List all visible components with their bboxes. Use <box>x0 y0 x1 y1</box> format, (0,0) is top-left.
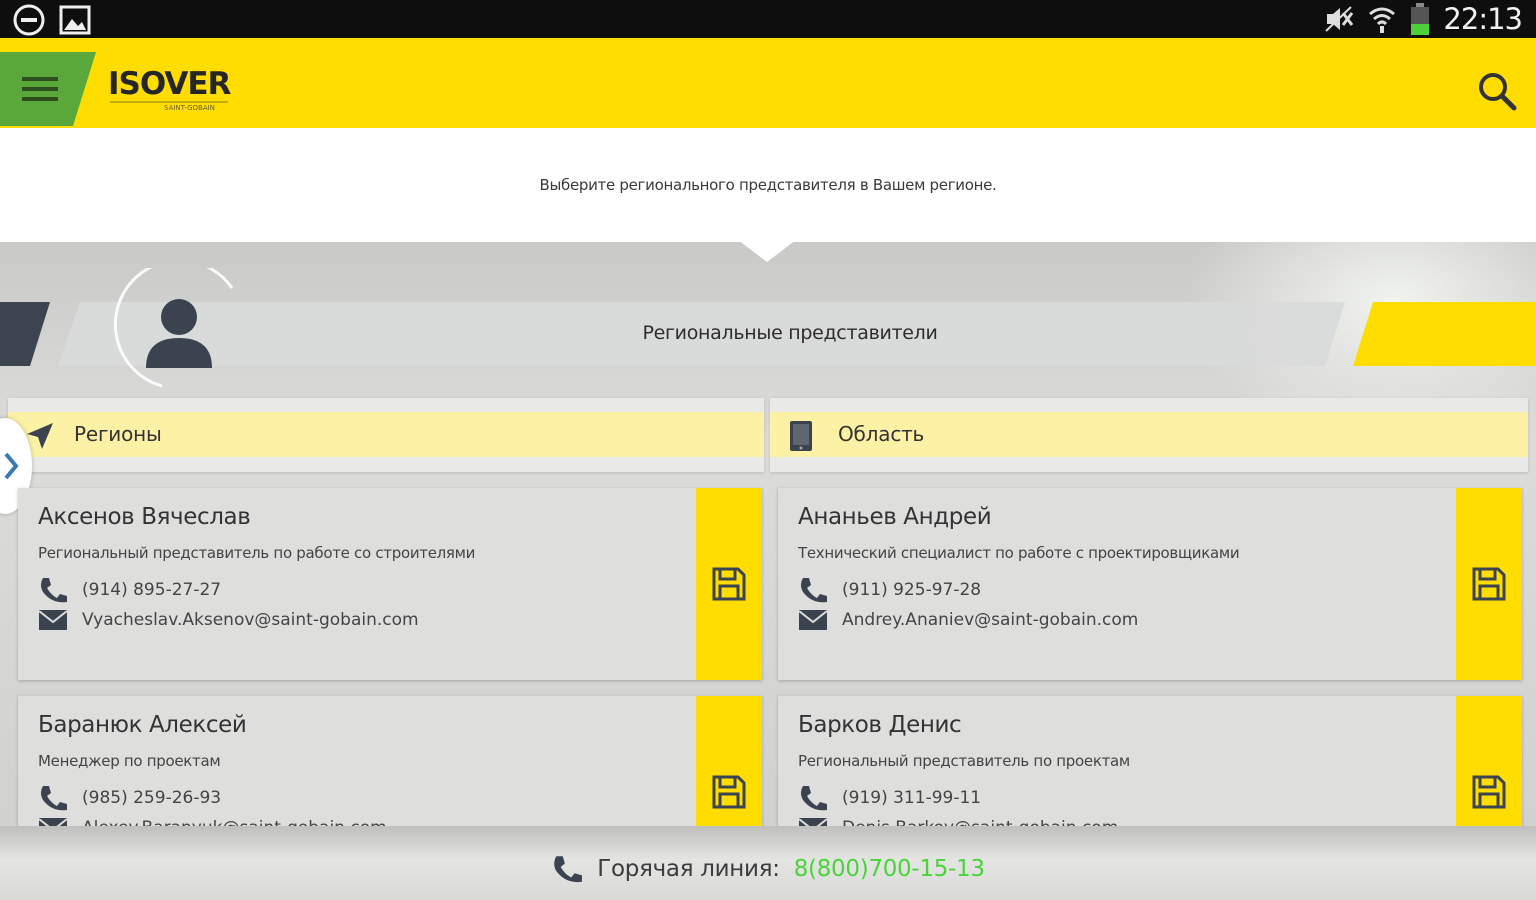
contact-card[interactable]: Ананьев Андрей Технический специалист по… <box>778 488 1522 680</box>
prompt-area: Выберите регионального представителя в В… <box>0 128 1536 242</box>
instruction-text: Выберите регионального представителя в В… <box>539 176 997 194</box>
isover-logo: ISOVER SAINT-GOBAIN <box>106 64 236 120</box>
contact-role: Региональный представитель по проектам <box>798 752 1130 770</box>
save-contact-button[interactable] <box>1456 696 1522 826</box>
contact-phone[interactable]: (911) 925-97-28 <box>798 576 981 604</box>
floppy-disk-icon <box>712 775 746 809</box>
contact-name: Баранюк Алексей <box>38 712 247 738</box>
phone-icon <box>798 576 828 604</box>
hotline-number[interactable]: 8(800)700-15-13 <box>794 856 985 882</box>
regions-label: Регионы <box>74 422 162 446</box>
svg-text:SAINT-GOBAIN: SAINT-GOBAIN <box>164 104 215 112</box>
do-not-disturb-icon <box>12 3 46 37</box>
hamburger-icon <box>22 77 58 81</box>
clock: 22:13 <box>1443 2 1523 36</box>
regions-filter[interactable]: Регионы <box>8 398 764 472</box>
mail-icon <box>38 608 68 632</box>
contact-name: Аксенов Вячеслав <box>38 504 251 530</box>
floppy-disk-icon <box>1472 567 1506 601</box>
gallery-icon <box>58 3 92 37</box>
phone-icon <box>38 576 68 604</box>
svg-text:ISOVER: ISOVER <box>108 66 232 102</box>
mail-icon <box>798 816 828 826</box>
mail-icon <box>38 816 68 826</box>
hotline-footer: Горячая линия: 8(800)700-15-13 <box>0 826 1536 900</box>
search-icon <box>1479 73 1517 111</box>
contact-email[interactable]: Andrey.Ananiev@saint-gobain.com <box>798 608 1138 632</box>
contact-role: Технический специалист по работе с проек… <box>798 544 1240 562</box>
save-contact-button[interactable] <box>696 488 762 680</box>
section-title: Региональные представители <box>642 322 938 344</box>
contact-role: Менеджер по проектам <box>38 752 221 770</box>
area-label: Область <box>838 422 925 446</box>
phone-icon <box>551 854 583 884</box>
save-contact-button[interactable] <box>1456 488 1522 680</box>
contacts-list[interactable]: Аксенов Вячеслав Региональный представит… <box>0 478 1536 826</box>
contact-card[interactable]: Барков Денис Региональный представитель … <box>778 696 1522 826</box>
status-bar: 22:13 <box>0 0 1536 38</box>
chevron-right-icon <box>4 452 19 480</box>
tablet-device-icon <box>788 420 814 452</box>
mail-icon <box>798 608 828 632</box>
contact-email[interactable]: Denis.Barkov@saint-gobain.com <box>798 816 1118 826</box>
prompt-pointer <box>738 240 796 262</box>
contact-card[interactable]: Баранюк Алексей Менеджер по проектам (98… <box>18 696 762 826</box>
contact-phone[interactable]: (914) 895-27-27 <box>38 576 221 604</box>
contact-name: Ананьев Андрей <box>798 504 992 530</box>
floppy-disk-icon <box>712 567 746 601</box>
contact-name: Барков Денис <box>798 712 962 738</box>
contact-card[interactable]: Аксенов Вячеслав Региональный представит… <box>18 488 762 680</box>
save-contact-button[interactable] <box>696 696 762 826</box>
hotline-label: Горячая линия: <box>597 856 780 882</box>
contact-phone[interactable]: (919) 311-99-11 <box>798 784 981 812</box>
contact-role: Региональный представитель по работе со … <box>38 544 476 562</box>
floppy-disk-icon <box>1472 775 1506 809</box>
phone-icon <box>798 784 828 812</box>
search-button[interactable] <box>1474 68 1520 114</box>
phone-icon <box>38 784 68 812</box>
contact-email[interactable]: Vyacheslav.Aksenov@saint-gobain.com <box>38 608 419 632</box>
contact-email[interactable]: Alexey.Baranyuk@saint-gobain.com <box>38 816 387 826</box>
app-bar: ISOVER SAINT-GOBAIN <box>0 38 1536 128</box>
menu-button[interactable] <box>0 52 96 126</box>
contact-phone[interactable]: (985) 259-26-93 <box>38 784 221 812</box>
mute-icon <box>1323 4 1355 34</box>
battery-icon <box>1409 2 1431 36</box>
wifi-icon <box>1367 4 1397 34</box>
area-filter[interactable]: Область <box>770 398 1528 472</box>
